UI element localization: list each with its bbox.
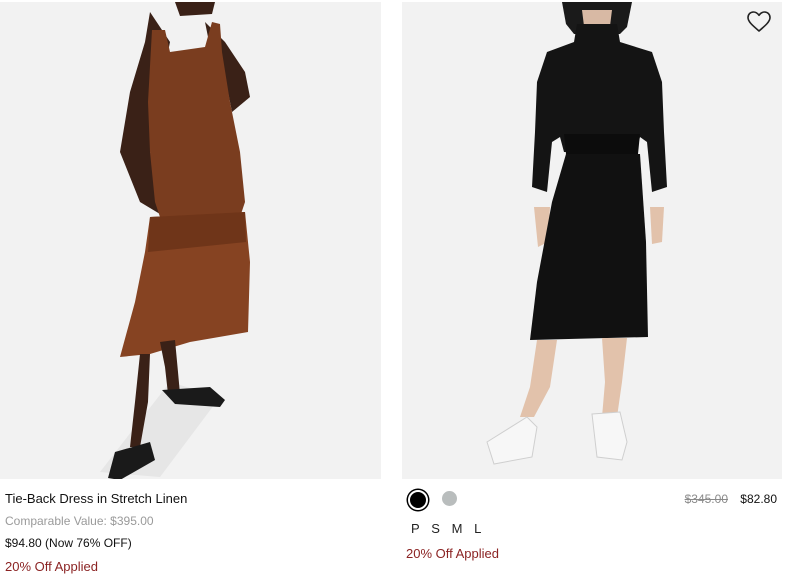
size-option-s[interactable]: S bbox=[431, 521, 440, 536]
product-card-black-dress[interactable]: P S M L $345.00 $82.80 20% Off Applied bbox=[402, 0, 785, 580]
original-price: $345.00 bbox=[684, 492, 728, 506]
product-image-black-dress[interactable] bbox=[402, 2, 782, 479]
comparable-value: Comparable Value: $395.00 bbox=[5, 514, 154, 528]
brown-dress-illustration bbox=[0, 2, 381, 479]
product-card-tie-back-dress[interactable]: Tie-Back Dress in Stretch Linen Comparab… bbox=[0, 0, 383, 580]
swatch-grey[interactable] bbox=[442, 491, 457, 506]
size-option-l[interactable]: L bbox=[474, 521, 481, 536]
black-dress-illustration bbox=[402, 2, 782, 479]
size-options: P S M L bbox=[411, 521, 489, 536]
sale-price: $82.80 bbox=[740, 492, 777, 506]
promo-badge: 20% Off Applied bbox=[406, 546, 499, 561]
swatch-black[interactable] bbox=[408, 490, 428, 510]
current-price: $94.80 (Now 76% OFF) bbox=[5, 536, 132, 550]
product-name[interactable]: Tie-Back Dress in Stretch Linen bbox=[5, 491, 187, 506]
heart-outline-icon[interactable] bbox=[746, 10, 772, 34]
size-option-m[interactable]: M bbox=[452, 521, 463, 536]
size-option-p[interactable]: P bbox=[411, 521, 420, 536]
promo-badge: 20% Off Applied bbox=[5, 559, 98, 574]
product-image-brown-dress[interactable] bbox=[0, 2, 381, 479]
